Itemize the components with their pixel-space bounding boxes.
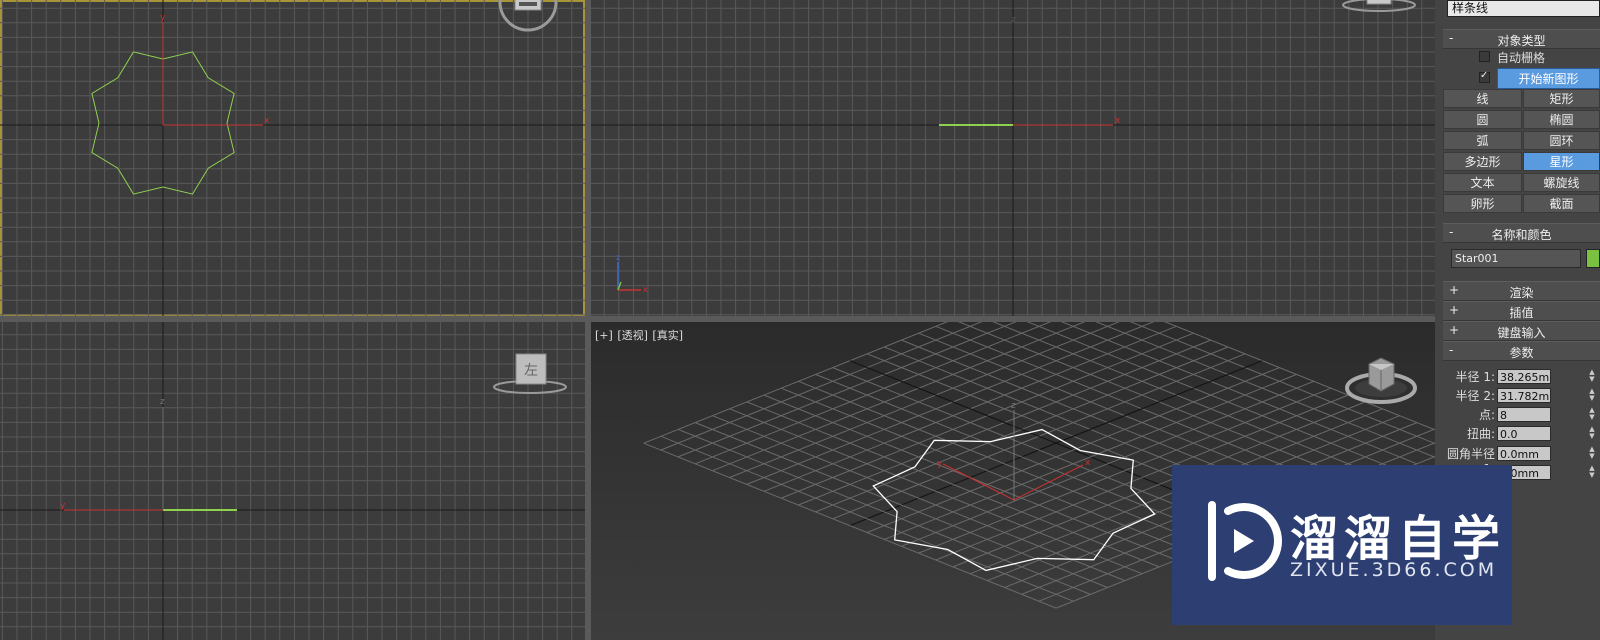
rollout-object-type-title: 对象类型 — [1497, 34, 1546, 48]
start-new-shape-button[interactable]: 开始新图形 — [1497, 68, 1600, 89]
top-viewport-canvas[interactable]: x y — [0, 0, 585, 316]
points-label: 点: — [1478, 408, 1495, 422]
object-type-button[interactable]: 螺旋线 — [1523, 173, 1600, 192]
object-type-button[interactable]: 椭圆 — [1523, 110, 1600, 129]
object-name-field[interactable]: Star001 — [1451, 249, 1581, 268]
viewport-separator-h[interactable] — [0, 316, 1435, 322]
object-type-button[interactable]: 圆环 — [1523, 131, 1600, 150]
radius2-label: 半径 2: — [1455, 389, 1496, 403]
rollout-keyboard-title: 键盘输入 — [1497, 326, 1546, 340]
rollout-parameters[interactable]: - 参数 — [1443, 341, 1600, 361]
grid-line — [677, 322, 1017, 458]
points-spinner-icon[interactable]: ▲ ▼ — [1587, 407, 1597, 422]
viewport-view-menu[interactable]: [透视] — [617, 329, 648, 342]
persp-axis-z-label: z — [1011, 401, 1016, 411]
top-viewport[interactable]: x y — [0, 0, 585, 316]
front-viewcube[interactable] — [1342, 0, 1416, 12]
distortion-spinner-icon[interactable]: ▲ ▼ — [1587, 426, 1597, 441]
top-axis-y-label: y — [160, 13, 166, 23]
rollout-name-color[interactable]: - 名称和颜色 — [1443, 223, 1600, 243]
radius2-spinner-icon[interactable]: ▲ ▼ — [1587, 388, 1597, 403]
left-viewcube[interactable]: 左 — [493, 353, 567, 394]
front-viewport[interactable]: x z z x — [591, 0, 1435, 316]
distortion-label: 扭曲: — [1466, 427, 1495, 441]
object-type-button[interactable]: 弧 — [1443, 131, 1522, 150]
perspective-viewport-label[interactable]: [+] [透视] [真实] — [595, 327, 684, 343]
category-dropdown[interactable]: 样条线 — [1447, 0, 1600, 17]
top-axis-x-label: x — [264, 116, 270, 126]
top-grid — [0, 0, 585, 316]
points-input[interactable]: 8 — [1497, 407, 1551, 422]
watermark-url: ZIXUE.3D66.COM — [1290, 559, 1498, 581]
autogrid-checkbox[interactable] — [1479, 51, 1490, 62]
front-axis-tripod: z x — [616, 253, 648, 294]
rollout-render-title: 渲染 — [1509, 286, 1534, 300]
object-type-button[interactable]: 截面 — [1523, 194, 1600, 213]
viewport-plus-menu[interactable]: [+] — [595, 329, 613, 342]
object-type-button[interactable]: 圆 — [1443, 110, 1522, 129]
persp-axis-x-label: x — [1085, 458, 1091, 468]
left-viewport[interactable]: y z 左 — [0, 322, 585, 640]
fillet1-spinner-icon[interactable]: ▲ ▼ — [1587, 446, 1597, 461]
fillet1-input[interactable]: 0.0mm — [1497, 446, 1551, 461]
rollout-name-color-title: 名称和颜色 — [1491, 228, 1552, 242]
radius1-label: 半径 1: — [1455, 370, 1496, 384]
object-type-button[interactable]: 多边形 — [1443, 152, 1522, 171]
object-type-button[interactable]: 星形 — [1523, 152, 1600, 171]
left-grid — [0, 322, 585, 640]
object-color-swatch[interactable] — [1586, 249, 1600, 268]
fillet2-spinner-icon[interactable]: ▲ ▼ — [1587, 465, 1597, 480]
viewport-shading-menu[interactable]: [真实] — [652, 329, 683, 342]
category-dropdown-value: 样条线 — [1452, 1, 1489, 15]
grid-line — [643, 322, 948, 444]
svg-text:z: z — [616, 253, 620, 262]
object-type-button[interactable]: 线 — [1443, 89, 1522, 108]
autogrid-label: 自动栅格 — [1497, 51, 1546, 65]
grid-line — [992, 322, 1383, 478]
front-axis-x-label: x — [1115, 116, 1121, 126]
start-new-shape-checkbox[interactable] — [1479, 70, 1490, 83]
rollout-object-type[interactable]: - 对象类型 — [1443, 29, 1600, 49]
rollout-parameters-title: 参数 — [1509, 346, 1534, 360]
object-type-button[interactable]: 矩形 — [1523, 89, 1600, 108]
watermark-logo-icon — [1208, 501, 1282, 581]
persp-axis-y-label: y — [937, 459, 943, 469]
radius2-input[interactable]: 31.782mm — [1497, 388, 1551, 403]
radius1-spinner-icon[interactable]: ▲ ▼ — [1587, 369, 1597, 384]
perspective-viewcube[interactable] — [1345, 357, 1417, 404]
grid-line — [729, 322, 1120, 478]
left-axis-z-label: z — [160, 397, 165, 407]
front-axis-z-label: z — [1011, 15, 1016, 25]
left-viewcube-face-label: 左 — [524, 363, 538, 379]
left-viewport-canvas[interactable]: y z 左 — [0, 322, 585, 640]
front-viewport-canvas[interactable]: x z z x — [591, 0, 1435, 316]
watermark-overlay: 溜溜自学 ZIXUE.3D66.COM — [1172, 465, 1512, 625]
object-type-button[interactable]: 文本 — [1443, 173, 1522, 192]
rollout-interpolation-title: 插值 — [1509, 306, 1534, 320]
rollout-interpolation[interactable]: + 插值 — [1443, 301, 1600, 321]
svg-text:x: x — [643, 285, 648, 294]
rollout-keyboard-entry[interactable]: + 键盘输入 — [1443, 321, 1600, 341]
grid-line — [660, 322, 983, 451]
rollout-render[interactable]: + 渲染 — [1443, 281, 1600, 301]
object-type-button[interactable]: 卵形 — [1443, 194, 1522, 213]
radius1-input[interactable]: 38.265mm — [1497, 369, 1551, 384]
distortion-input[interactable]: 0.0 — [1497, 426, 1551, 441]
object-name-value: Star001 — [1455, 252, 1499, 265]
left-axis-y-label: y — [60, 501, 66, 511]
